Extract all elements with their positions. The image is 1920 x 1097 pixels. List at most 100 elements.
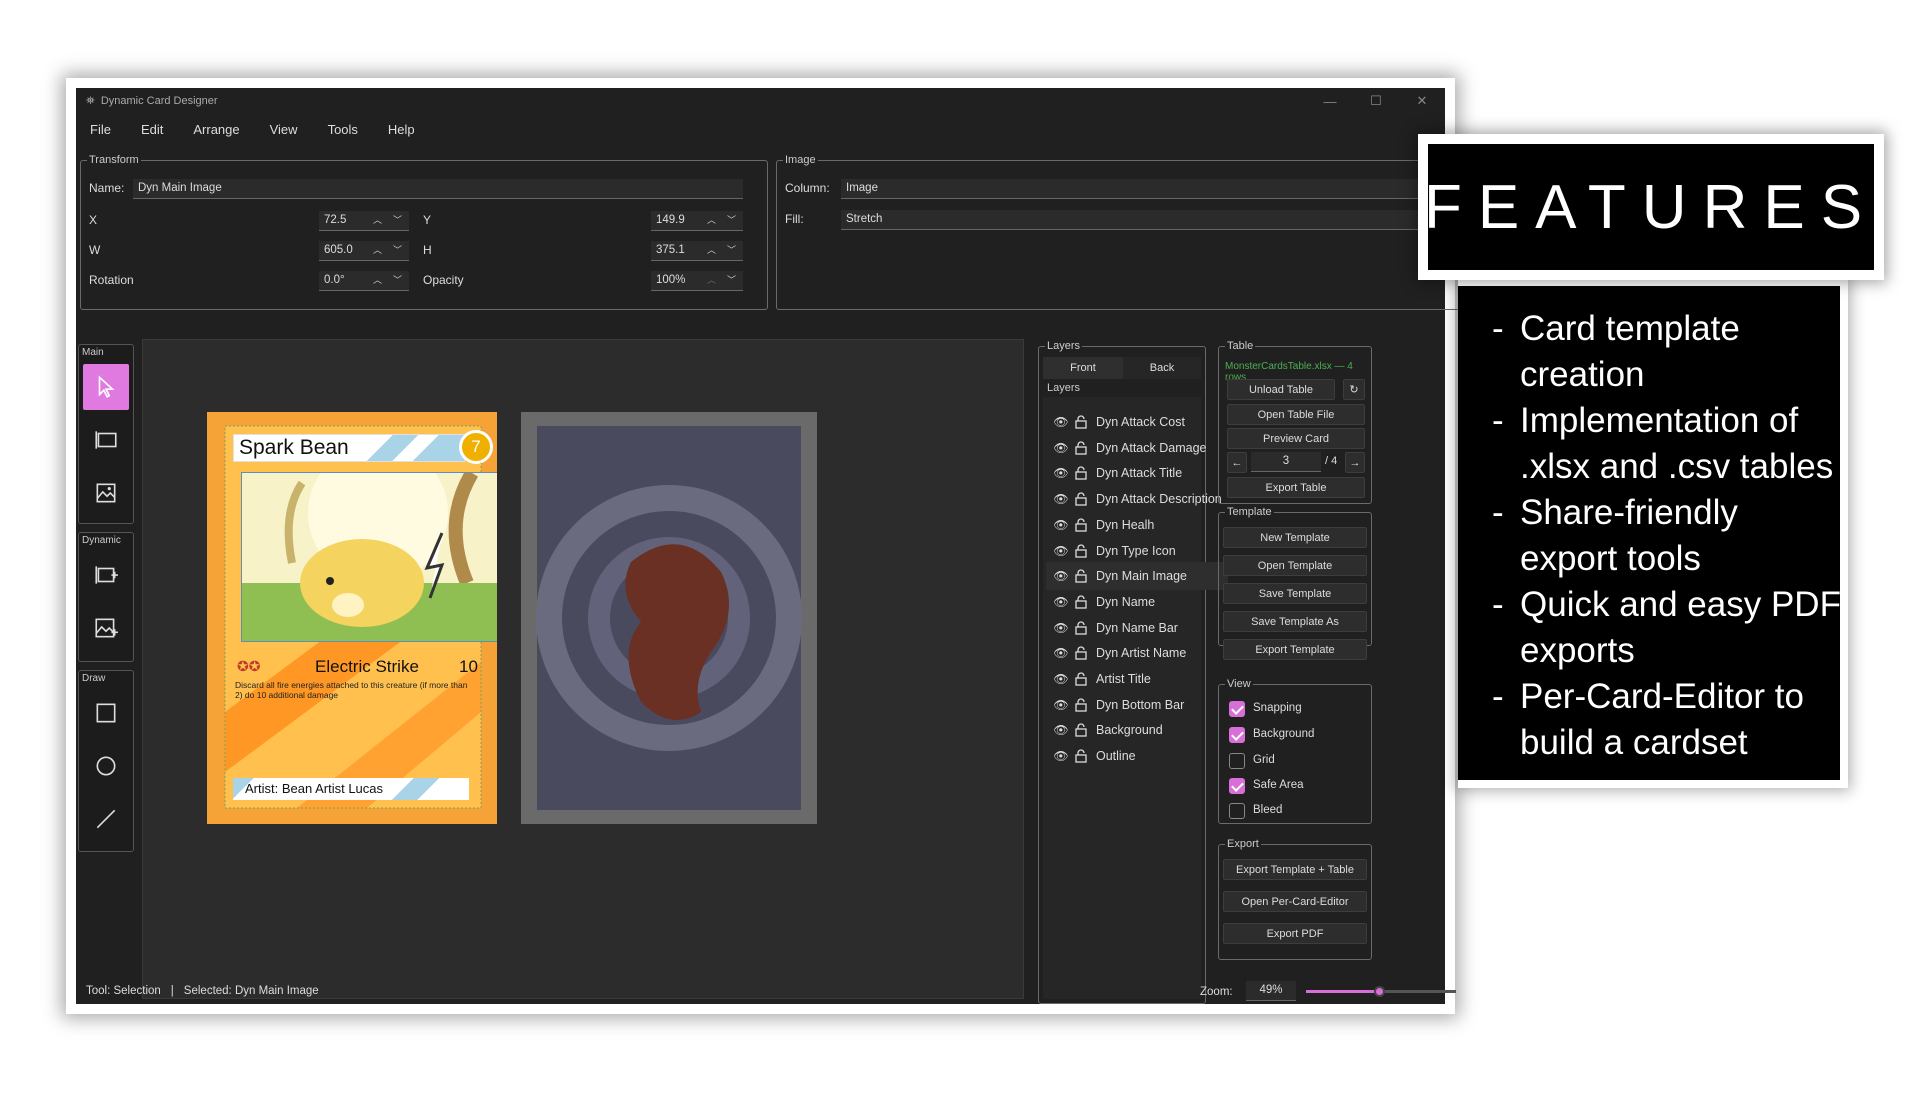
tab-back[interactable]: Back — [1123, 357, 1201, 379]
lock-icon[interactable] — [1074, 441, 1088, 455]
eye-icon[interactable]: 👁 — [1052, 595, 1070, 609]
layer-item[interactable]: 👁 Artist Title — [1046, 665, 1228, 693]
menu-view[interactable]: View — [270, 122, 298, 137]
lock-icon[interactable] — [1074, 672, 1088, 686]
ellipse-tool[interactable] — [83, 743, 129, 789]
card-back[interactable] — [521, 412, 817, 824]
eye-icon[interactable]: 👁 — [1052, 672, 1070, 686]
tab-front[interactable]: Front — [1043, 357, 1123, 379]
card-front[interactable]: Spark Bean 7 ✪✪ Electric Strike 10 Disca… — [207, 412, 497, 824]
layer-item[interactable]: 👁 Dyn Name — [1046, 588, 1228, 616]
column-field[interactable]: Image — [841, 179, 1461, 199]
lock-icon[interactable] — [1074, 569, 1088, 583]
rotation-spinner[interactable]: 0.0° ︿ ﹀ — [319, 271, 409, 291]
w-spinner[interactable]: 605.0 ︿ ﹀ — [319, 241, 409, 261]
eye-icon[interactable]: 👁 — [1052, 518, 1070, 532]
open-template-button[interactable]: Open Template — [1223, 555, 1367, 576]
opacity-spinner[interactable]: 100% ︿ ﹀ — [651, 271, 743, 291]
eye-icon[interactable]: 👁 — [1052, 698, 1070, 712]
chevron-down-icon[interactable]: ﹀ — [727, 213, 736, 226]
lock-icon[interactable] — [1074, 543, 1088, 558]
lock-icon[interactable] — [1074, 646, 1088, 660]
close-icon[interactable]: ✕ — [1399, 88, 1445, 114]
x-spinner[interactable]: 72.5 ︿ ﹀ — [319, 211, 409, 231]
export-table-button[interactable]: Export Table — [1227, 477, 1365, 498]
layer-item[interactable]: 👁 Dyn Healh — [1046, 511, 1228, 539]
chevron-up-icon[interactable]: ︿ — [707, 213, 716, 226]
lock-icon[interactable] — [1074, 749, 1088, 763]
grid-checkbox[interactable] — [1229, 753, 1245, 769]
eye-icon[interactable]: 👁 — [1052, 621, 1070, 635]
layer-item[interactable]: 👁 Dyn Attack Damage — [1046, 434, 1228, 462]
menu-help[interactable]: Help — [388, 122, 415, 137]
chevron-up-icon[interactable]: ︿ — [707, 273, 716, 286]
layer-item[interactable]: 👁 Background — [1046, 716, 1228, 744]
menu-file[interactable]: File — [90, 122, 111, 137]
menu-edit[interactable]: Edit — [141, 122, 163, 137]
maximize-icon[interactable]: ☐ — [1353, 88, 1399, 114]
export-pdf-button[interactable]: Export PDF — [1223, 923, 1367, 944]
layer-item[interactable]: 👁 Dyn Type Icon — [1046, 537, 1228, 565]
preview-card-button[interactable]: Preview Card — [1227, 428, 1365, 449]
save-template-button[interactable]: Save Template — [1223, 583, 1367, 604]
page-field[interactable]: 3 — [1251, 452, 1321, 472]
chevron-down-icon[interactable]: ﹀ — [393, 243, 402, 256]
open-table-file-button[interactable]: Open Table File — [1227, 404, 1365, 425]
line-tool[interactable] — [83, 796, 129, 842]
card-main-image[interactable] — [241, 472, 497, 642]
chevron-up-icon[interactable]: ︿ — [373, 213, 382, 226]
layer-item[interactable]: 👁 Dyn Bottom Bar — [1046, 691, 1228, 719]
save-template-as-button[interactable]: Save Template As — [1223, 611, 1367, 632]
menu-tools[interactable]: Tools — [328, 122, 358, 137]
lock-icon[interactable] — [1074, 492, 1088, 506]
eye-icon[interactable]: 👁 — [1052, 749, 1070, 763]
zoom-field[interactable]: 49% — [1246, 981, 1296, 1001]
lock-icon[interactable] — [1074, 723, 1088, 738]
dynamic-text-tool[interactable] — [83, 552, 129, 598]
select-tool[interactable] — [83, 364, 129, 410]
zoom-slider[interactable] — [1306, 986, 1456, 997]
layer-item[interactable]: 👁 Dyn Artist Name — [1046, 639, 1228, 667]
h-spinner[interactable]: 375.1 ︿ ﹀ — [651, 241, 743, 261]
refresh-icon[interactable]: ↻ — [1343, 379, 1365, 400]
background-checkbox[interactable] — [1229, 727, 1245, 743]
layer-item[interactable]: 👁 Outline — [1046, 742, 1228, 770]
eye-icon[interactable]: 👁 — [1052, 544, 1070, 558]
export-template-button[interactable]: Export Template — [1223, 639, 1367, 660]
lock-icon[interactable] — [1074, 621, 1088, 635]
chevron-down-icon[interactable]: ﹀ — [727, 243, 736, 256]
text-tool[interactable] — [83, 417, 129, 463]
chevron-down-icon[interactable]: ﹀ — [727, 273, 736, 286]
lock-icon[interactable] — [1074, 698, 1088, 712]
layer-item[interactable]: 👁 Dyn Attack Title — [1046, 459, 1228, 487]
layer-item[interactable]: 👁 Dyn Main Image — [1046, 562, 1228, 591]
eye-icon[interactable]: 👁 — [1052, 441, 1070, 455]
safe-area-checkbox[interactable] — [1229, 778, 1245, 794]
eye-icon[interactable]: 👁 — [1052, 492, 1070, 506]
image-tool[interactable] — [83, 470, 129, 516]
chevron-down-icon[interactable]: ﹀ — [393, 273, 402, 286]
eye-icon[interactable]: 👁 — [1052, 466, 1070, 480]
snapping-checkbox[interactable] — [1229, 701, 1245, 717]
bleed-checkbox[interactable] — [1229, 803, 1245, 819]
lock-icon[interactable] — [1074, 518, 1088, 532]
chevron-down-icon[interactable]: ﹀ — [393, 213, 402, 226]
minimize-icon[interactable]: — — [1307, 88, 1353, 114]
rectangle-tool[interactable] — [83, 690, 129, 736]
layer-item[interactable]: 👁 Dyn Attack Description — [1046, 485, 1228, 513]
y-spinner[interactable]: 149.9 ︿ ﹀ — [651, 211, 743, 231]
chevron-up-icon[interactable]: ︿ — [707, 243, 716, 256]
lock-icon[interactable] — [1074, 595, 1088, 609]
name-field[interactable]: Dyn Main Image — [133, 179, 743, 199]
zoom-slider-handle[interactable] — [1373, 986, 1385, 997]
export-template-table-button[interactable]: Export Template + Table — [1223, 859, 1367, 880]
chevron-up-icon[interactable]: ︿ — [373, 273, 382, 286]
arrow-left-icon[interactable]: ← — [1227, 452, 1247, 473]
eye-icon[interactable]: 👁 — [1052, 415, 1070, 429]
layer-item[interactable]: 👁 Dyn Name Bar — [1046, 614, 1228, 642]
unload-table-button[interactable]: Unload Table — [1227, 379, 1335, 400]
new-template-button[interactable]: New Template — [1223, 527, 1367, 548]
eye-icon[interactable]: 👁 — [1052, 723, 1070, 737]
dynamic-image-tool[interactable] — [83, 605, 129, 651]
arrow-right-icon[interactable]: → — [1345, 452, 1365, 473]
